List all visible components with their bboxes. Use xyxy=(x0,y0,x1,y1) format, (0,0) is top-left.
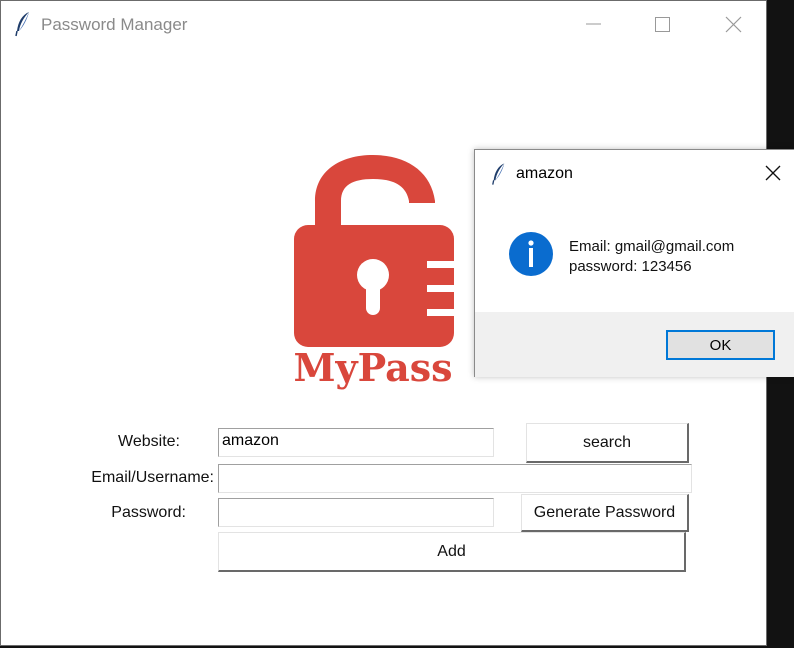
dialog-close-button[interactable] xyxy=(755,156,791,190)
email-input[interactable] xyxy=(218,464,692,493)
password-label: Password: xyxy=(111,504,186,521)
dialog-body: Email: gmail@gmail.com password: 123456 xyxy=(475,198,794,312)
mypass-logo: MyPass xyxy=(285,151,461,391)
window-title: Password Manager xyxy=(41,15,188,34)
feather-icon xyxy=(491,162,507,186)
search-button[interactable]: search xyxy=(526,423,689,463)
title-bar[interactable]: Password Manager xyxy=(1,1,766,49)
dialog-message-password: password: 123456 xyxy=(569,258,692,275)
info-dialog: amazon Email: gmail@gmail.com password: … xyxy=(474,149,794,377)
add-button[interactable]: Add xyxy=(218,532,686,572)
minimize-button[interactable] xyxy=(570,1,616,47)
website-input[interactable]: amazon xyxy=(218,428,494,457)
ok-button[interactable]: OK xyxy=(666,330,775,360)
feather-icon xyxy=(14,11,32,37)
close-button[interactable] xyxy=(710,1,756,47)
website-label: Website: xyxy=(118,433,180,450)
dialog-footer: OK xyxy=(475,312,794,377)
password-input[interactable] xyxy=(218,498,494,527)
maximize-button[interactable] xyxy=(639,1,685,47)
close-icon xyxy=(765,165,781,181)
logo-text: MyPass xyxy=(293,345,452,390)
dialog-message-email: Email: gmail@gmail.com xyxy=(569,238,735,255)
dialog-message: Email: gmail@gmail.com password: 123456 xyxy=(569,237,734,277)
info-icon xyxy=(508,231,554,277)
email-label: Email/Username: xyxy=(91,469,214,486)
dialog-title: amazon xyxy=(516,165,573,182)
generate-password-button[interactable]: Generate Password xyxy=(521,494,689,532)
